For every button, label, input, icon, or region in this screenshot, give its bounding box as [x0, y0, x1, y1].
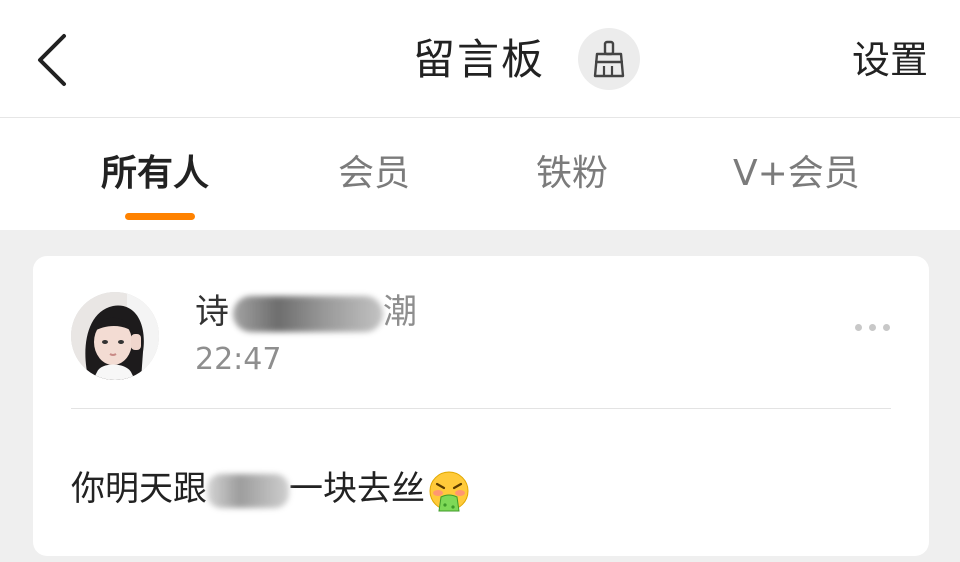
divider: [71, 408, 891, 409]
top-nav-bar: 留言板 设置: [0, 0, 960, 118]
broom-icon: [593, 40, 625, 78]
more-dot-icon: [869, 324, 876, 331]
tab-vplus-members[interactable]: V+会员: [733, 148, 860, 200]
redacted-text: [207, 473, 289, 508]
clear-board-button[interactable]: [578, 28, 640, 90]
tab-everyone[interactable]: 所有人: [101, 148, 209, 200]
more-dot-icon: [883, 324, 890, 331]
message-author[interactable]: 诗潮: [195, 290, 417, 334]
back-button[interactable]: [30, 30, 78, 90]
avatar[interactable]: [71, 292, 159, 380]
settings-button[interactable]: 设置: [852, 30, 928, 90]
message-text-prefix: 你明天跟: [71, 469, 207, 509]
message-text: 你明天跟 一块去丝: [71, 464, 471, 514]
tab-members[interactable]: 会员: [338, 148, 410, 200]
page-title: 留言板: [413, 35, 546, 84]
more-dot-icon: [855, 324, 862, 331]
message-time: 22:47: [195, 342, 282, 377]
vomiting-face-emoji-icon: [429, 471, 469, 511]
chevron-left-icon: [38, 34, 66, 86]
user-avatar-image: [71, 292, 159, 380]
username-tail: 潮: [383, 292, 417, 332]
username-visible: 诗: [195, 292, 229, 332]
message-card: 诗潮 22:47 你明天跟 一块去丝: [33, 256, 929, 556]
redacted-username: [233, 295, 383, 332]
tab-iron-fans[interactable]: 铁粉: [536, 148, 608, 200]
message-text-suffix: 一块去丝: [289, 469, 425, 509]
active-tab-indicator: [125, 213, 195, 220]
filter-tabs: 所有人 会员 铁粉 V+会员: [0, 118, 960, 230]
more-options-button[interactable]: [853, 316, 893, 340]
